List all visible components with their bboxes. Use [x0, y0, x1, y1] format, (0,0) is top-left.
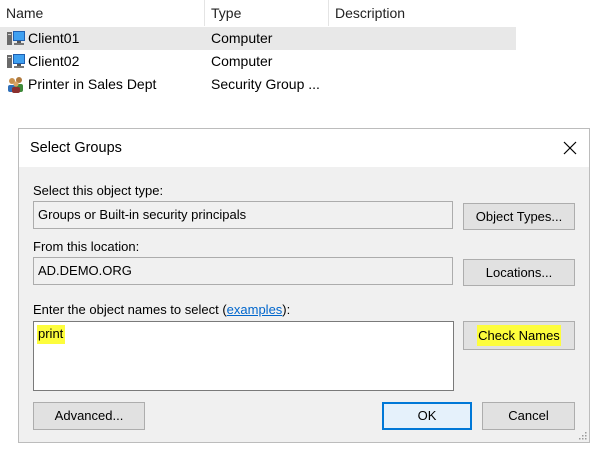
- computer-icon: [7, 54, 25, 68]
- row-type: Computer: [211, 30, 273, 46]
- list-row-client01[interactable]: Client01 Computer: [0, 27, 516, 50]
- resize-grip-icon[interactable]: [577, 430, 587, 440]
- object-list: Name Type Description Client01 Computer …: [0, 0, 602, 105]
- object-names-label: Enter the object names to select (exampl…: [33, 302, 290, 317]
- row-type: Security Group ...: [211, 76, 320, 92]
- locations-button[interactable]: Locations...: [463, 259, 575, 286]
- object-types-button[interactable]: Object Types...: [463, 203, 575, 230]
- check-names-label: Check Names: [477, 325, 561, 346]
- object-type-field: Groups or Built-in security principals: [33, 201, 453, 229]
- check-names-button[interactable]: Check Names: [463, 321, 575, 350]
- row-name: Client01: [28, 30, 80, 46]
- examples-link[interactable]: examples: [227, 302, 283, 317]
- location-field: AD.DEMO.ORG: [33, 257, 453, 285]
- column-header-type[interactable]: Type: [204, 0, 328, 26]
- row-name: Printer in Sales Dept: [28, 76, 157, 92]
- ok-button[interactable]: OK: [382, 402, 472, 430]
- cancel-button[interactable]: Cancel: [482, 402, 575, 430]
- advanced-button[interactable]: Advanced...: [33, 402, 145, 430]
- object-type-label: Select this object type:: [33, 183, 164, 198]
- select-groups-dialog: Select Groups Select this object type: G…: [18, 128, 590, 443]
- group-icon: [8, 77, 23, 93]
- list-row-printer-in-sales-dept[interactable]: Printer in Sales Dept Security Group ...: [0, 73, 516, 96]
- dialog-title: Select Groups: [30, 140, 122, 156]
- column-header-name[interactable]: Name: [0, 0, 204, 26]
- row-name: Client02: [28, 53, 80, 69]
- column-header-description[interactable]: Description: [328, 0, 516, 26]
- object-names-text: print: [37, 325, 66, 344]
- object-names-input[interactable]: print: [33, 321, 454, 391]
- location-label: From this location:: [33, 239, 140, 254]
- object-names-label-prefix: Enter the object names to select (: [33, 302, 227, 317]
- dialog-titlebar[interactable]: Select Groups: [19, 129, 589, 167]
- row-type: Computer: [211, 53, 273, 69]
- computer-icon: [7, 31, 25, 45]
- list-header: Name Type Description: [0, 0, 516, 26]
- close-icon[interactable]: [561, 139, 579, 157]
- list-row-client02[interactable]: Client02 Computer: [0, 50, 516, 73]
- object-names-label-suffix: ):: [282, 302, 291, 317]
